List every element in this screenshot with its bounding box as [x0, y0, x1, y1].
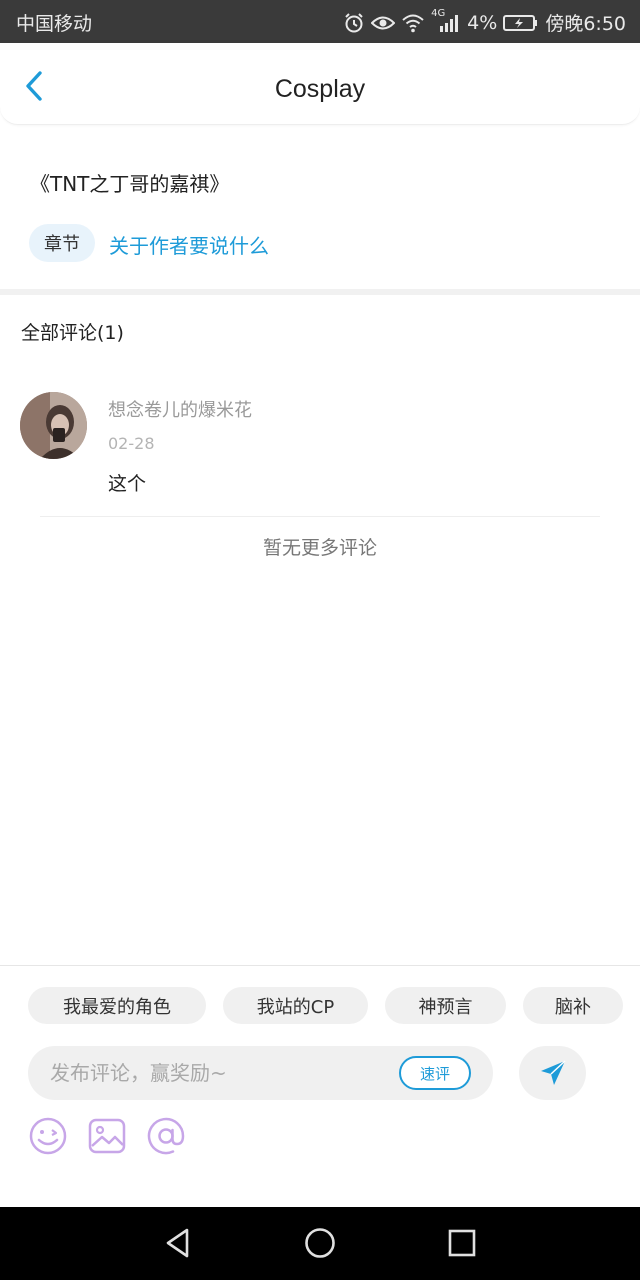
wifi-icon [402, 14, 424, 32]
topic-chip-favorite-character[interactable]: 我最爱的角色 [28, 987, 206, 1024]
avatar[interactable] [20, 392, 87, 459]
eye-icon [371, 16, 396, 29]
page-title: Cosplay [274, 75, 366, 103]
topic-chip-prophecy[interactable]: 神预言 [385, 987, 506, 1024]
send-icon [540, 1060, 566, 1085]
clock: 傍晚6:50 [545, 13, 626, 35]
send-button[interactable] [519, 1046, 586, 1100]
comments-heading: 全部评论(1) [21, 322, 124, 344]
mention-icon[interactable] [146, 1116, 186, 1156]
signal-icon [440, 14, 459, 32]
comment-date: 02-28 [108, 434, 155, 453]
battery-percent: 4% [467, 11, 498, 34]
signal-indicator: 4G [431, 8, 461, 34]
quick-review-button[interactable]: 速评 [399, 1056, 471, 1090]
chapter-link[interactable]: 关于作者要说什么 [109, 230, 269, 259]
home-circle-icon[interactable] [302, 1225, 338, 1261]
battery-charging-icon [503, 14, 538, 31]
comment-input[interactable] [50, 1046, 395, 1100]
comment-input-wrapper: 速评 [28, 1046, 493, 1100]
topic-chip-cp[interactable]: 我站的CP [223, 987, 368, 1024]
chapter-tag: 章节 [29, 224, 95, 262]
comment-username[interactable]: 想念卷儿的爆米花 [108, 396, 252, 422]
image-icon[interactable] [87, 1116, 127, 1156]
system-nav-bar [0, 1207, 640, 1280]
comment-divider [40, 516, 600, 517]
back-triangle-icon[interactable] [160, 1225, 196, 1261]
app-header: Cosplay [0, 43, 640, 125]
topic-chip-imagination[interactable]: 脑补 [523, 987, 623, 1024]
carrier-label: 中国移动 [16, 13, 93, 35]
emoji-icon[interactable] [28, 1116, 68, 1156]
no-more-comments: 暂无更多评论 [262, 537, 377, 559]
comment-text: 这个 [108, 473, 147, 495]
section-divider [0, 289, 640, 295]
alarm-icon [345, 12, 363, 32]
status-bar: 中国移动 4G 4% 傍晚6:50 [0, 0, 640, 43]
recent-apps-square-icon[interactable] [444, 1225, 480, 1261]
comment-composer: 我最爱的角色 我站的CP 神预言 脑补 速评 [0, 965, 640, 1207]
article-title[interactable]: 《TNT之丁哥的嘉祺》 [30, 168, 229, 197]
